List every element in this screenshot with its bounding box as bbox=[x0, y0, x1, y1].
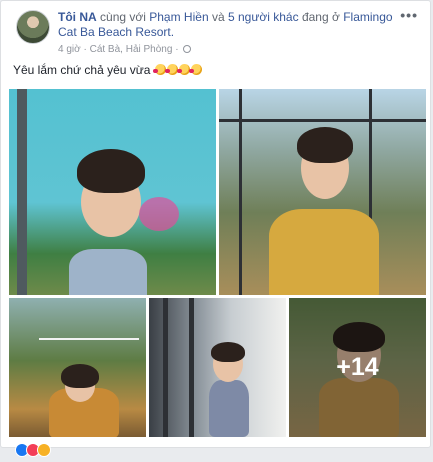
post-time[interactable]: 4 giờ bbox=[58, 44, 81, 55]
photo-1[interactable] bbox=[9, 89, 216, 295]
at-text: đang ở bbox=[301, 10, 340, 24]
post-header: Tôi NA cùng với Phạm Hiền và 5 người khá… bbox=[58, 10, 393, 40]
separator-2: · bbox=[175, 44, 179, 55]
photo-5-more[interactable]: +14 bbox=[289, 298, 426, 437]
location-link[interactable]: Cát Bà, Hải Phòng bbox=[90, 44, 173, 55]
flowers bbox=[139, 197, 179, 231]
post-meta: 4 giờ · Cát Bà, Hải Phòng · bbox=[58, 44, 192, 56]
child-hair bbox=[297, 127, 353, 163]
author-name[interactable]: Tôi NA bbox=[58, 10, 97, 24]
more-photos-count: +14 bbox=[336, 353, 379, 381]
child-hair bbox=[211, 342, 245, 362]
haha-reaction-icon bbox=[37, 443, 51, 457]
more-photos-overlay[interactable]: +14 bbox=[289, 298, 426, 437]
railing-bar bbox=[189, 298, 194, 437]
child-dress bbox=[209, 380, 249, 437]
reaction-icons[interactable] bbox=[15, 443, 51, 457]
globe-icon bbox=[183, 45, 192, 53]
others-link[interactable]: 5 người khác bbox=[228, 10, 299, 24]
meta-separator: · bbox=[83, 44, 87, 55]
and-text: và bbox=[211, 10, 225, 24]
door-frame bbox=[17, 89, 27, 295]
tagged-friend-link[interactable]: Phạm Hiền bbox=[149, 10, 208, 24]
photo-2[interactable] bbox=[219, 89, 426, 295]
caption-text: Yêu lắm chứ chả yêu vừa bbox=[13, 63, 151, 77]
railing-bar bbox=[163, 298, 168, 437]
railing-bar bbox=[219, 119, 426, 122]
heart-face-emoji-icon bbox=[188, 64, 202, 75]
child-dress bbox=[69, 249, 147, 295]
child-hair bbox=[61, 364, 99, 388]
photo-3[interactable] bbox=[9, 298, 146, 437]
child-dress bbox=[269, 209, 379, 295]
author-avatar[interactable] bbox=[16, 10, 50, 44]
with-text: cùng với bbox=[100, 10, 146, 24]
more-options-icon[interactable]: ••• bbox=[400, 7, 418, 23]
photo-4[interactable] bbox=[149, 298, 286, 437]
railing-bar bbox=[39, 338, 139, 340]
post-card: Tôi NA cùng với Phạm Hiền và 5 người khá… bbox=[0, 0, 431, 457]
post-caption: Yêu lắm chứ chả yêu vừa bbox=[13, 63, 202, 77]
child-hair bbox=[77, 149, 145, 193]
